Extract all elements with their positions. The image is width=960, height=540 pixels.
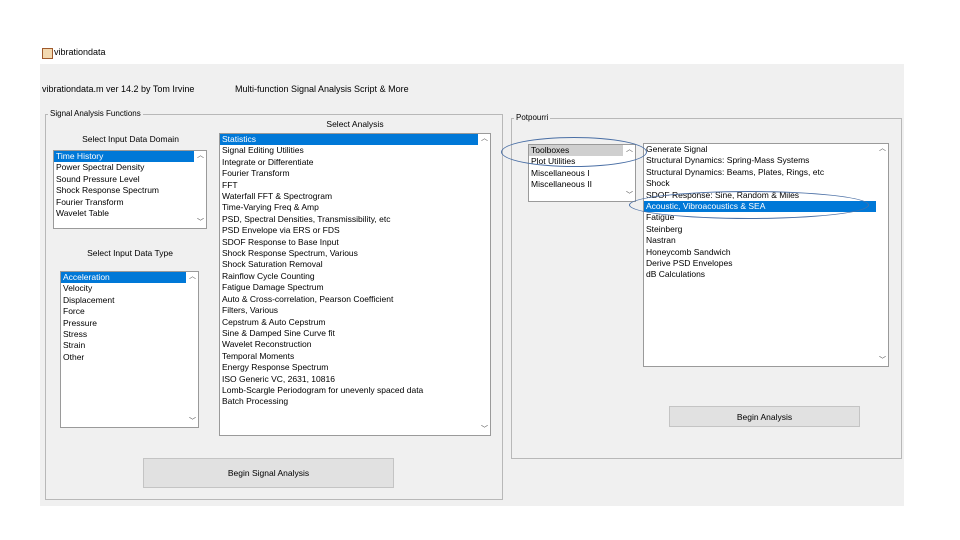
highlight-oval-acoustic [629, 191, 869, 219]
type-list-item[interactable]: Strain [61, 340, 186, 351]
domain-list-item[interactable]: Fourier Transform [54, 197, 194, 208]
potpourri-analysis-item[interactable]: Structural Dynamics: Beams, Plates, Ring… [644, 167, 876, 178]
analysis-list-item[interactable]: Fatigue Damage Spectrum [220, 282, 478, 293]
analysis-list-item[interactable]: Waterfall FFT & Spectrogram [220, 191, 478, 202]
analysis-list-item[interactable]: Sine & Damped Sine Curve fit [220, 328, 478, 339]
domain-list-item[interactable]: Shock Response Spectrum [54, 185, 194, 196]
scroll-up-icon[interactable]: ︿ [197, 152, 204, 160]
analysis-list-item[interactable]: FFT [220, 180, 478, 191]
analysis-list-item[interactable]: Time-Varying Freq & Amp [220, 202, 478, 213]
analysis-list-item[interactable]: Fourier Transform [220, 168, 478, 179]
type-list-item[interactable]: Other [61, 352, 186, 363]
type-label: Select Input Data Type [87, 248, 173, 258]
analysis-list-item[interactable]: Statistics [220, 134, 478, 146]
potpourri-analysis-item[interactable]: Shock [644, 178, 876, 189]
potpourri-category-item[interactable]: Miscellaneous II [529, 179, 623, 190]
analysis-list-item[interactable]: Shock Saturation Removal [220, 259, 478, 270]
scroll-down-icon[interactable]: ﹀ [481, 426, 488, 434]
potpourri-analysis-item[interactable]: Structural Dynamics: Spring-Mass Systems [644, 155, 876, 166]
type-scrollbar[interactable]: ︿ ﹀ [186, 272, 198, 427]
analysis-list-item[interactable]: Energy Response Spectrum [220, 362, 478, 373]
scroll-up-icon[interactable]: ︿ [189, 273, 196, 281]
scroll-down-icon[interactable]: ﹀ [197, 219, 204, 227]
type-list-item[interactable]: Displacement [61, 295, 186, 306]
analysis-scrollbar[interactable]: ︿ ﹀ [478, 134, 490, 435]
analysis-list-item[interactable]: Rainflow Cycle Counting [220, 271, 478, 282]
potpourri-analysis-scrollbar[interactable]: ︿ ﹀ [876, 144, 888, 366]
app-icon [42, 48, 53, 59]
potpourri-analysis-item[interactable]: Honeycomb Sandwich [644, 247, 876, 258]
window-title: vibrationdata [54, 47, 106, 57]
scroll-down-icon[interactable]: ﹀ [189, 418, 196, 426]
domain-label: Select Input Data Domain [82, 134, 179, 144]
type-listbox[interactable]: Acceleration Velocity Displacement Force Pre… [60, 271, 199, 428]
analysis-list-item[interactable]: Shock Response Spectrum, Various [220, 248, 478, 259]
header-version: vibrationdata.m ver 14.2 by Tom Irvine [42, 84, 195, 94]
potpourri-analysis-item[interactable]: Steinberg [644, 224, 876, 235]
analysis-label: Select Analysis [326, 119, 384, 129]
header-description: Multi-function Signal Analysis Script & … [235, 84, 409, 94]
scroll-up-icon[interactable]: ︿ [481, 135, 488, 143]
type-list-item[interactable]: Acceleration [61, 272, 186, 284]
analysis-list-item[interactable]: Temporal Moments [220, 351, 478, 362]
analysis-list-item[interactable]: Integrate or Differentiate [220, 157, 478, 168]
analysis-listbox[interactable]: Statistics Signal Editing Utilities Integr… [219, 133, 491, 436]
potpourri-analysis-item[interactable]: Derive PSD Envelopes [644, 258, 876, 269]
scroll-down-icon[interactable]: ﹀ [879, 357, 886, 365]
domain-listbox[interactable]: Time History Power Spectral Density Sound … [53, 150, 207, 229]
domain-list-item[interactable]: Sound Pressure Level [54, 174, 194, 185]
analysis-list-item[interactable]: Lomb-Scargle Periodogram for unevenly sp… [220, 385, 478, 396]
type-list-item[interactable]: Pressure [61, 318, 186, 329]
domain-scrollbar[interactable]: ︿ ﹀ [194, 151, 206, 228]
analysis-list-item[interactable]: Wavelet Reconstruction [220, 339, 478, 350]
type-list-item[interactable]: Stress [61, 329, 186, 340]
analysis-list-item[interactable]: PSD Envelope via ERS or FDS [220, 225, 478, 236]
domain-list-item[interactable]: Time History [54, 151, 194, 163]
analysis-list-item[interactable]: ISO Generic VC, 2631, 10816 [220, 374, 478, 385]
analysis-list-item[interactable]: PSD, Spectral Densities, Transmissibilit… [220, 214, 478, 225]
begin-signal-analysis-button[interactable]: Begin Signal Analysis [143, 458, 394, 488]
scroll-down-icon[interactable]: ﹀ [626, 192, 633, 200]
analysis-list-item[interactable]: Signal Editing Utilities [220, 145, 478, 156]
potpourri-analysis-listbox[interactable]: Generate Signal Structural Dynamics: Spri… [643, 143, 889, 367]
analysis-list-item[interactable]: Batch Processing [220, 396, 478, 407]
begin-analysis-button[interactable]: Begin Analysis [669, 406, 860, 427]
potpourri-analysis-item[interactable]: Nastran [644, 235, 876, 246]
domain-list-item[interactable]: Power Spectral Density [54, 162, 194, 173]
analysis-list-item[interactable]: Filters, Various [220, 305, 478, 316]
domain-list-item[interactable]: Wavelet Table [54, 208, 194, 219]
type-list-item[interactable]: Force [61, 306, 186, 317]
potpourri-analysis-item[interactable]: Generate Signal [644, 144, 876, 155]
analysis-list-item[interactable]: Cepstrum & Auto Cepstrum [220, 317, 478, 328]
highlight-oval-toolboxes [501, 137, 647, 167]
potpourri-panel-title: Potpourri [514, 113, 551, 123]
potpourri-analysis-item[interactable]: dB Calculations [644, 269, 876, 280]
analysis-list-item[interactable]: SDOF Response to Base Input [220, 237, 478, 248]
scroll-up-icon[interactable]: ︿ [879, 145, 886, 153]
type-list-item[interactable]: Velocity [61, 283, 186, 294]
potpourri-category-item[interactable]: Miscellaneous I [529, 168, 623, 179]
analysis-list-item[interactable]: Auto & Cross-correlation, Pearson Coeffi… [220, 294, 478, 305]
signal-panel-title: Signal Analysis Functions [48, 109, 143, 119]
